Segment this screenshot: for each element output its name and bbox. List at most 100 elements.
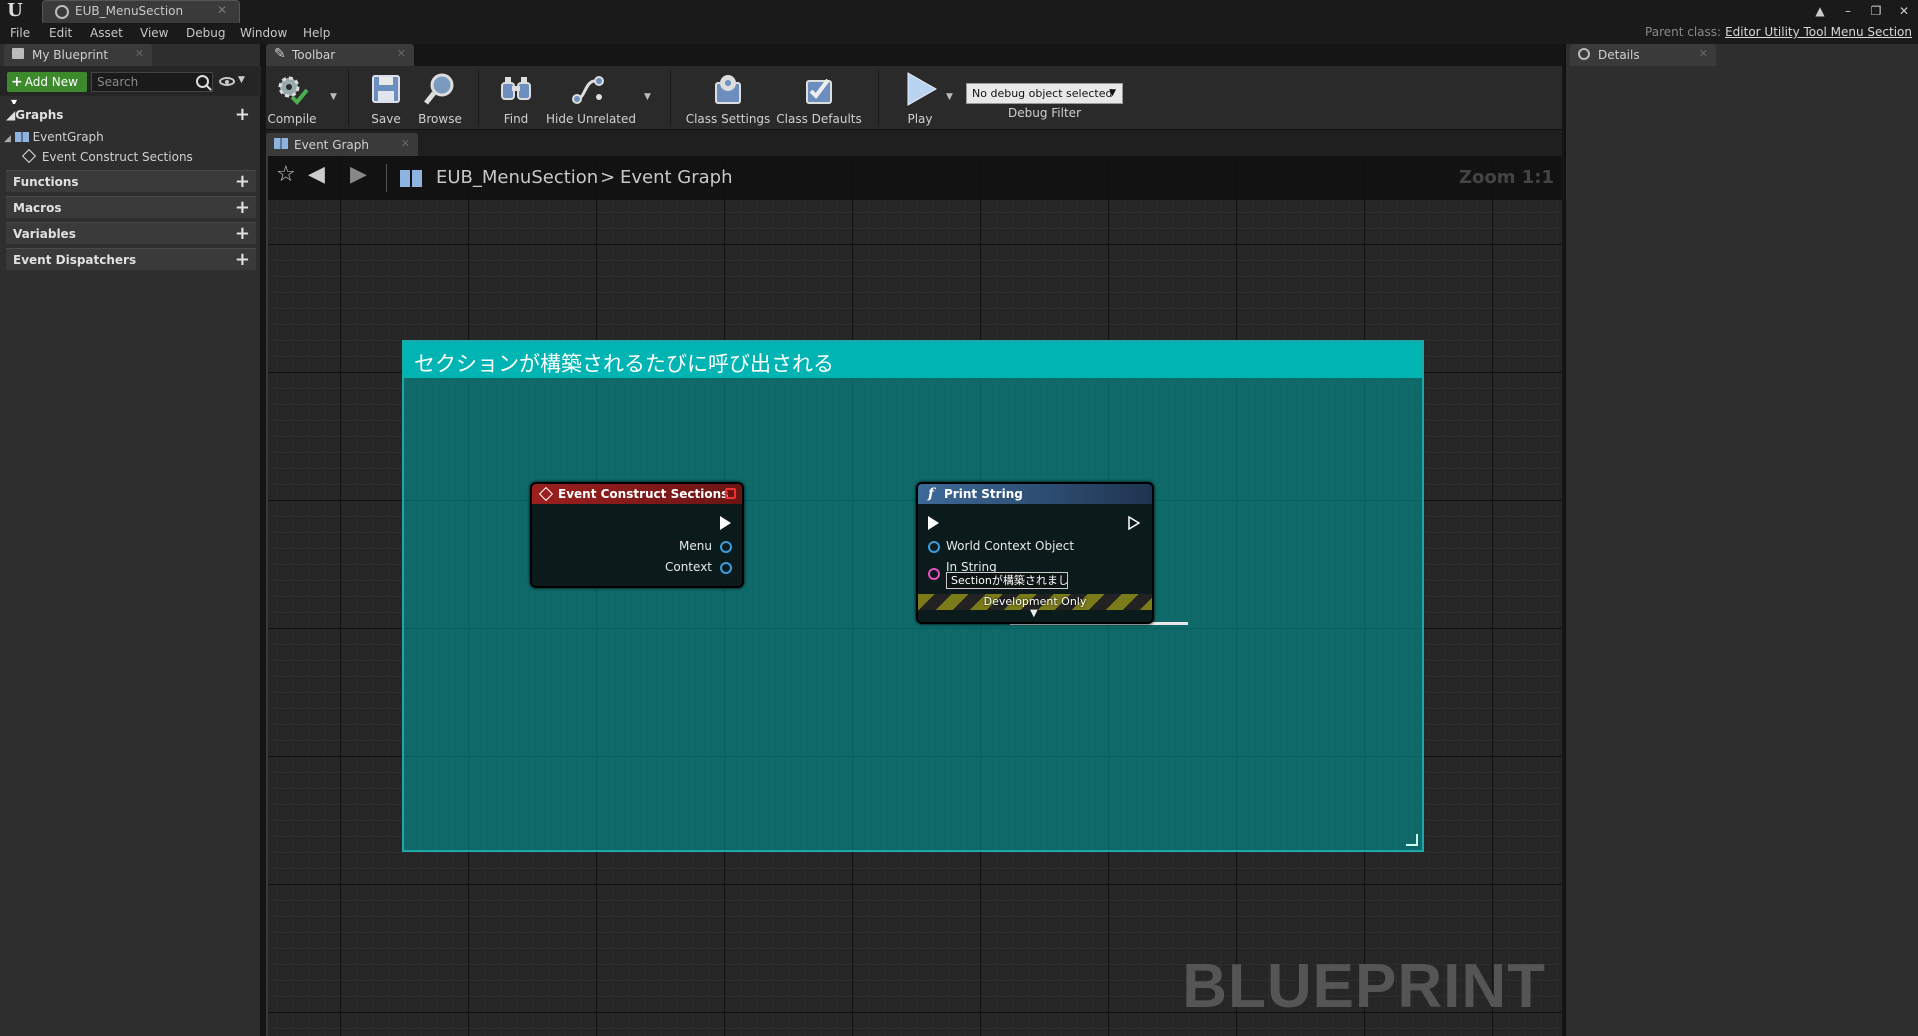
maximize-icon[interactable]: ❐ [1868,4,1884,18]
favorite-star-icon[interactable]: ☆ [276,162,296,187]
comment-box[interactable]: セクションが構築されるたびに呼び出される [402,340,1424,852]
close-tab-icon[interactable]: ✕ [1699,47,1708,60]
details-magnifier-icon [1578,48,1590,60]
my-blueprint-tab[interactable]: My Blueprint ✕ [4,44,152,66]
class-defaults-button[interactable]: Class Defaults [776,66,862,128]
breadcrumb-graph[interactable]: Event Graph [620,167,733,188]
my-blueprint-toolbar: + Add New ▾ Search ▼ [0,66,261,109]
compile-options-chevron-icon[interactable]: ▼ [330,92,337,102]
close-tab-icon[interactable]: ✕ [217,3,227,17]
view-options-eye-icon[interactable] [219,77,235,86]
notification-icon[interactable]: ▲ [1812,4,1828,18]
debug-object-select[interactable]: No debug object selected ▼ [966,83,1123,104]
forward-arrow-icon[interactable]: ▶ [350,162,367,187]
play-button[interactable]: Play [890,66,950,128]
blueprint-asset-icon [55,5,69,19]
category-variables-label: Variables [13,227,76,241]
toolbar-separator [670,70,671,126]
menu-help[interactable]: Help [303,26,330,40]
category-event-dispatchers[interactable]: Event Dispatchers + [6,248,256,270]
details-tab[interactable]: Details ✕ [1570,44,1716,66]
menu-view[interactable]: View [140,26,168,40]
event-graph-tab-label: Event Graph [294,138,369,152]
debug-object-select-value: No debug object selected [972,87,1113,100]
expand-arrow-icon[interactable]: ◢ [4,134,11,144]
context-pin[interactable] [720,562,732,574]
exec-in-pin[interactable] [928,516,939,530]
add-graph-plus-icon[interactable]: + [235,104,250,125]
hide-unrelated-options-chevron-icon[interactable]: ▼ [644,92,651,102]
browse-button[interactable]: Browse [414,66,466,128]
toolbar-tab-label: Toolbar [292,48,336,62]
exec-out-pin[interactable] [720,516,731,530]
category-functions[interactable]: Functions + [6,170,256,192]
category-variables[interactable]: Variables + [6,222,256,244]
event-construct-sections-node[interactable]: Event Construct Sections Menu Context [530,482,744,588]
wrench-icon: ✎ [274,46,286,62]
event-graph-icon [400,170,422,187]
comment-header[interactable]: セクションが構築されるたびに呼び出される [404,342,1422,378]
minimize-icon[interactable]: – [1840,4,1856,18]
close-tab-icon[interactable]: ✕ [135,47,144,60]
close-tab-icon[interactable]: ✕ [401,137,410,150]
exec-out-pin[interactable] [1128,516,1140,530]
menu-file[interactable]: File [10,26,30,40]
event-node-header[interactable]: Event Construct Sections [532,484,742,504]
save-button[interactable]: Save [364,66,408,128]
close-tab-icon[interactable]: ✕ [397,47,406,60]
menu-asset[interactable]: Asset [90,26,123,40]
add-function-plus-icon[interactable]: + [235,171,250,192]
expand-node-chevron-icon[interactable]: ▼ [1030,608,1038,619]
print-string-node[interactable]: f Print String World Context Object In S… [916,482,1154,624]
class-settings-label: Class Settings [685,112,771,126]
search-icon[interactable] [196,75,209,88]
play-options-chevron-icon[interactable]: ▼ [946,92,953,102]
tree-item-event-label: Event Construct Sections [41,150,193,164]
search-input[interactable]: Search [91,72,213,92]
graph-canvas[interactable]: ☆ ◀ ▶ EUB_MenuSection > Event Graph Zoom… [266,156,1562,1036]
hide-unrelated-label: Hide Unrelated [546,112,637,126]
world-context-label: World Context Object [946,539,1075,553]
unreal-logo-icon[interactable]: U [2,0,28,22]
resize-grip-icon[interactable] [1406,834,1418,846]
back-arrow-icon[interactable]: ◀ [308,162,325,187]
nav-separator [386,164,387,192]
breadcrumb-blueprint[interactable]: EUB_MenuSection [436,167,598,188]
comment-text: セクションが構築されるたびに呼び出される [414,352,834,376]
tree-item-eventgraph[interactable]: ◢ EventGraph [4,130,104,144]
blueprint-book-icon [12,48,24,59]
add-variable-plus-icon[interactable]: + [235,223,250,244]
print-node-header[interactable]: f Print String [918,484,1152,504]
add-macro-plus-icon[interactable]: + [235,197,250,218]
tree-item-event-construct[interactable]: Event Construct Sections [21,148,193,164]
delegate-pin-icon[interactable] [725,488,736,499]
in-string-pin[interactable] [928,568,940,580]
context-pin-label: Context [664,560,712,574]
category-graphs[interactable]: ◢Graphs + [6,104,256,126]
event-diamond-icon [538,486,554,502]
compile-button[interactable]: Compile [266,66,318,128]
compile-label: Compile [267,112,317,126]
menu-window[interactable]: Window [240,26,287,40]
parent-class: Parent class: Editor Utility Tool Menu Se… [1645,25,1912,39]
menu-edit[interactable]: Edit [49,26,72,40]
toolbar-separator [878,70,879,126]
class-settings-button[interactable]: Class Settings [684,66,772,128]
world-context-pin[interactable] [928,541,940,553]
document-tab[interactable]: EUB_MenuSection ✕ [42,0,240,23]
add-new-button[interactable]: + Add New ▾ [7,72,87,109]
add-dispatcher-plus-icon[interactable]: + [235,249,250,270]
in-string-input[interactable]: Sectionが構築されました [946,572,1068,589]
chevron-down-icon[interactable]: ▼ [238,75,245,85]
menu-debug[interactable]: Debug [186,26,225,40]
parent-class-link[interactable]: Editor Utility Tool Menu Section [1725,25,1912,39]
event-graph-tab[interactable]: Event Graph ✕ [266,133,418,156]
hide-unrelated-button[interactable]: Hide Unrelated [546,66,637,128]
menu-pin[interactable] [720,541,732,553]
find-button[interactable]: Find [490,66,542,128]
toolbar-tab[interactable]: ✎ Toolbar ✕ [266,44,414,66]
category-macros[interactable]: Macros + [6,196,256,218]
close-window-icon[interactable]: ✕ [1896,4,1912,18]
plus-icon: + [11,74,23,90]
play-triangle-icon [907,72,938,106]
